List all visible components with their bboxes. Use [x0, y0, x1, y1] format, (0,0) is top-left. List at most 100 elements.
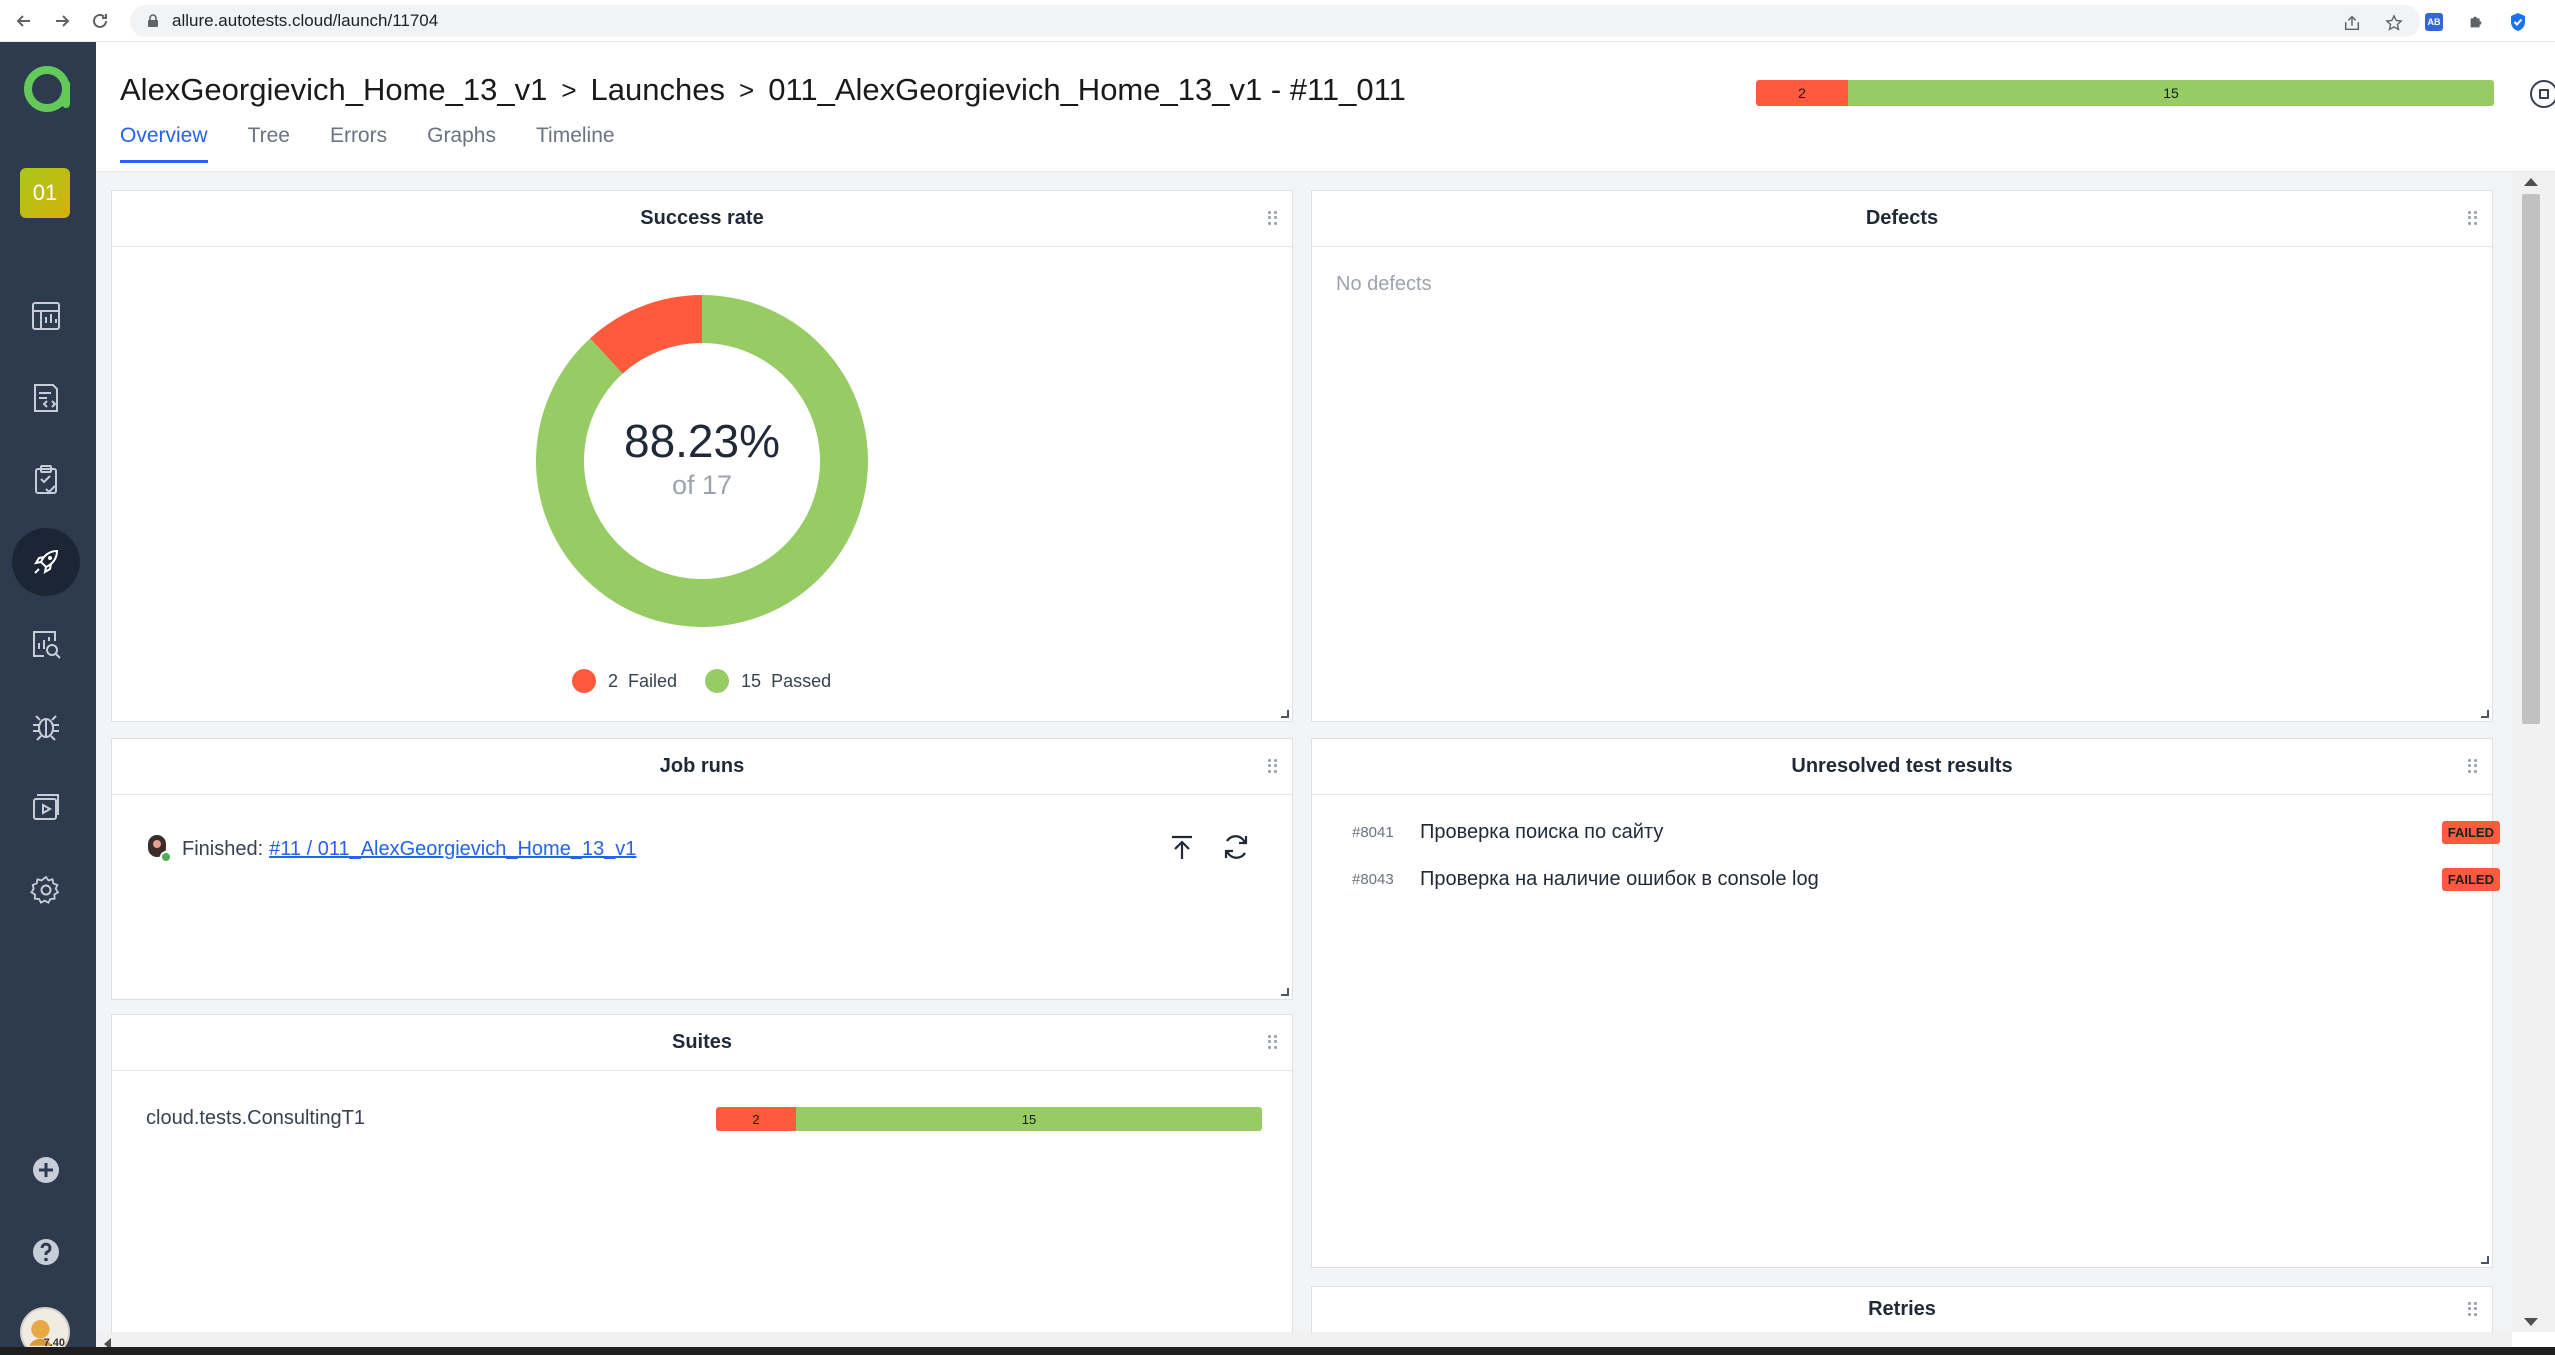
breadcrumb-launches[interactable]: Launches — [591, 72, 725, 108]
legend-passed[interactable]: 15 Passed — [705, 669, 831, 693]
total-count: of 17 — [671, 469, 733, 500]
widget-title: Unresolved test results — [1791, 755, 2013, 777]
scroll-down-icon[interactable] — [2524, 1318, 2538, 1326]
breadcrumb: AlexGeorgievich_Home_13_v1 > Launches > … — [120, 72, 1406, 108]
job-runs-widget: Job runs Finished: #11 / 011_AlexGeorgie… — [111, 738, 1293, 1000]
failed-segment: 2 — [1756, 80, 1848, 106]
sidebar: 01 7.40 — [0, 42, 96, 1355]
resize-handle-icon[interactable] — [2481, 710, 2489, 718]
analytics-icon[interactable] — [12, 610, 80, 678]
retries-widget: Retries — [1311, 1286, 2493, 1332]
widget-title: Suites — [671, 1031, 733, 1053]
back-icon[interactable] — [10, 7, 38, 35]
drag-handle-icon[interactable] — [2468, 211, 2478, 225]
reload-icon[interactable] — [86, 7, 114, 35]
failed-segment: 2 — [716, 1107, 796, 1131]
add-plus-icon[interactable] — [12, 1136, 80, 1204]
os-taskbar — [0, 1347, 2555, 1355]
jobs-icon[interactable] — [12, 774, 80, 842]
legend-passed-count: 15 — [741, 670, 762, 691]
passed-segment: 15 — [796, 1107, 1262, 1131]
test-result-id: #8041 — [1352, 824, 1394, 841]
drag-handle-icon[interactable] — [1268, 1035, 1278, 1049]
page-header: AlexGeorgievich_Home_13_v1 > Launches > … — [96, 42, 2555, 172]
suites-widget: Suites cloud.tests.ConsultingT1 2 15 — [111, 1014, 1293, 1332]
help-question-icon[interactable] — [12, 1218, 80, 1286]
legend-failed-label: Failed — [628, 670, 678, 691]
tab-tree[interactable]: Tree — [248, 124, 290, 163]
launches-rocket-icon[interactable] — [12, 528, 80, 596]
bookmark-star-icon[interactable] — [2384, 13, 2404, 33]
empty-state-text: No defects — [1336, 273, 1432, 295]
tab-timeline[interactable]: Timeline — [536, 124, 615, 163]
status-badge: FAILED — [2441, 821, 2500, 844]
drag-handle-icon[interactable] — [2468, 759, 2478, 773]
stop-launch-icon[interactable] — [2530, 80, 2555, 108]
success-donut-chart: 88.23% of 17 — [512, 271, 892, 651]
share-icon[interactable] — [2342, 13, 2362, 33]
tab-graphs[interactable]: Graphs — [427, 124, 496, 163]
allure-logo-icon[interactable] — [20, 62, 74, 116]
defects-bug-icon[interactable] — [12, 692, 80, 760]
launch-statistic-bar[interactable]: 2 15 — [1756, 80, 2494, 106]
success-percent: 88.23% — [623, 414, 780, 467]
resize-handle-icon[interactable] — [1281, 988, 1289, 996]
suite-statistic-bar[interactable]: 2 15 — [716, 1107, 1262, 1131]
legend-failed[interactable]: 2 Failed — [572, 669, 677, 693]
chart-legend: 2 Failed 15 Passed — [572, 669, 859, 693]
suite-name[interactable]: cloud.tests.ConsultingT1 — [146, 1107, 365, 1130]
passed-dot-icon — [705, 669, 730, 693]
test-plans-icon[interactable] — [12, 446, 80, 514]
breadcrumb-separator: > — [739, 74, 755, 105]
breadcrumb-separator: > — [561, 74, 577, 105]
defects-widget: Defects No defects — [1311, 190, 2493, 722]
widget-title: Success rate — [640, 207, 764, 229]
lock-icon — [146, 14, 160, 28]
list-item[interactable]: #8043 Проверка на наличие ошибок в conso… — [1352, 868, 2500, 891]
test-result-name[interactable]: Проверка поиска по сайту — [1420, 821, 2442, 844]
job-status-text: Finished: — [182, 837, 264, 860]
adblock-extension-icon[interactable]: AB — [2425, 13, 2443, 31]
page-title: 011_AlexGeorgievich_Home_13_v1 - #11_011 — [768, 72, 1406, 107]
upload-icon[interactable] — [1166, 831, 1198, 863]
job-run-row: Finished: #11 / 011_AlexGeorgievich_Home… — [146, 835, 636, 863]
unresolved-results-widget: Unresolved test results #8041 Проверка п… — [1311, 738, 2500, 1268]
list-item[interactable]: #8041 Проверка поиска по сайту FAILED — [1352, 821, 2500, 844]
extensions-puzzle-icon[interactable] — [2467, 13, 2485, 31]
tab-errors[interactable]: Errors — [330, 124, 387, 163]
success-rate-widget: Success rate 88.23% of 17 2 Failed 15 Pa… — [111, 190, 1293, 722]
status-badge: FAILED — [2441, 868, 2500, 891]
url-text: allure.autotests.cloud/launch/11704 — [172, 11, 439, 30]
address-bar[interactable]: allure.autotests.cloud/launch/11704 — [130, 5, 2420, 37]
passed-segment: 15 — [1848, 80, 2494, 106]
overview-dashboard: Success rate 88.23% of 17 2 Failed 15 Pa… — [96, 172, 2512, 1332]
test-cases-icon[interactable] — [12, 364, 80, 432]
vertical-scrollbar[interactable] — [2512, 172, 2555, 1332]
legend-failed-count: 2 — [608, 670, 619, 691]
scrollbar-thumb[interactable] — [2522, 194, 2540, 724]
forward-icon[interactable] — [48, 7, 76, 35]
tab-overview[interactable]: Overview — [120, 124, 208, 163]
project-badge[interactable]: 01 — [20, 168, 70, 218]
job-avatar-icon — [146, 835, 172, 863]
breadcrumb-project[interactable]: AlexGeorgievich_Home_13_v1 — [120, 72, 547, 108]
resize-handle-icon[interactable] — [2481, 1256, 2489, 1264]
test-result-name[interactable]: Проверка на наличие ошибок в console log — [1420, 868, 2442, 891]
legend-passed-label: Passed — [771, 670, 832, 691]
widget-title: Defects — [1865, 207, 1939, 229]
scroll-up-icon[interactable] — [2524, 178, 2538, 186]
rerun-refresh-icon[interactable] — [1220, 831, 1252, 863]
test-result-id: #8043 — [1352, 871, 1394, 888]
drag-handle-icon[interactable] — [1268, 759, 1278, 773]
drag-handle-icon[interactable] — [1268, 211, 1278, 225]
tab-bar: Overview Tree Errors Graphs Timeline — [120, 124, 655, 163]
job-run-link[interactable]: #11 / 011_AlexGeorgievich_Home_13_v1 — [269, 838, 636, 861]
drag-handle-icon[interactable] — [2468, 1302, 2478, 1316]
settings-gear-icon[interactable] — [12, 856, 80, 924]
shield-extension-icon[interactable] — [2509, 12, 2527, 32]
widget-title: Job runs — [659, 755, 745, 777]
resize-handle-icon[interactable] — [1281, 710, 1289, 718]
dashboards-icon[interactable] — [12, 282, 80, 350]
failed-dot-icon — [572, 669, 596, 693]
widget-title: Retries — [1868, 1298, 1936, 1320]
